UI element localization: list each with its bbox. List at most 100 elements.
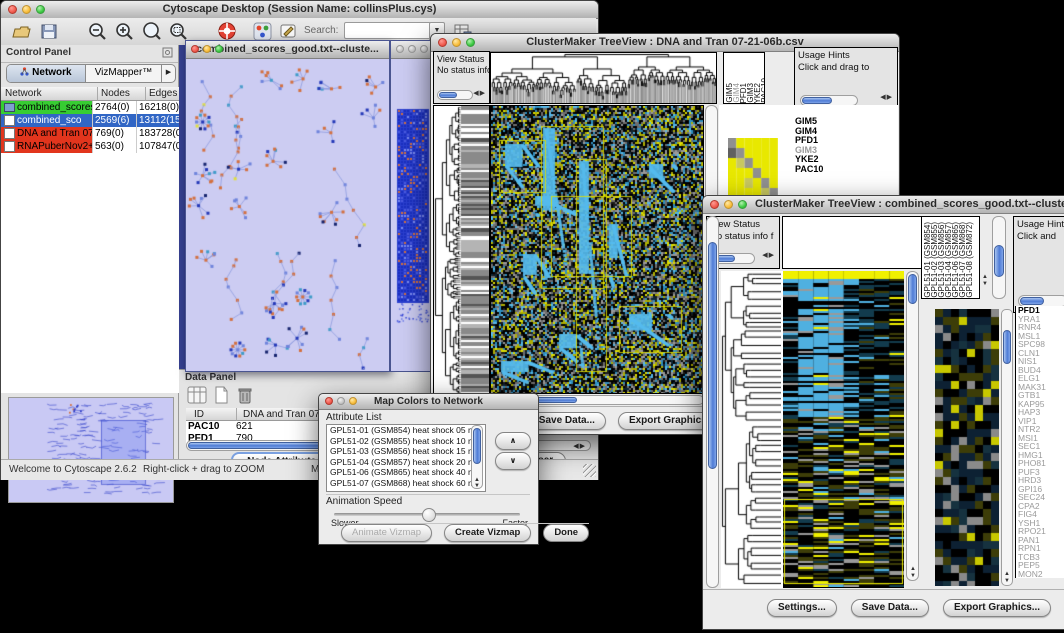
zoom-selected-icon[interactable] [141, 21, 162, 42]
zoom-heatmap-vscrollbar[interactable]: ▲▼ [1001, 309, 1013, 586]
minimize-button[interactable] [408, 45, 416, 53]
column-labels-panel: GPL51-01 (GSM854)GPL51-02 (GSM855)GPL51-… [921, 216, 980, 299]
close-button[interactable] [438, 38, 447, 47]
row-dendrogram-panel[interactable] [721, 271, 784, 588]
network-view-2-titlebar[interactable] [391, 41, 435, 59]
treeview-button[interactable]: Save Data... [851, 599, 929, 617]
zoom-fit-icon[interactable] [168, 21, 189, 42]
zoom-out-icon[interactable] [87, 21, 108, 42]
column-label: GPL51-08 (GSM872) [966, 222, 973, 298]
minimize-button[interactable] [22, 5, 31, 14]
map-colors-titlebar[interactable]: Map Colors to Network [319, 394, 538, 410]
heatmap-panel[interactable] [783, 271, 904, 588]
move-up-button[interactable]: ∧ [495, 432, 531, 450]
treeview-combined-titlebar[interactable]: ClusterMaker TreeView : combined_scores_… [703, 196, 1064, 214]
zoom-button[interactable] [466, 38, 475, 47]
dense-network-canvas[interactable] [391, 59, 433, 370]
row-dendrogram-vscrollbar[interactable] [706, 216, 719, 588]
row-dendrogram-panel[interactable] [433, 105, 490, 394]
minimize-button[interactable] [452, 38, 461, 47]
search-input[interactable] [344, 22, 431, 39]
network-view-titlebar[interactable]: combined_scores_good.txt--cluste... [186, 41, 389, 59]
heatmap-vscrollbar[interactable]: ▲▼ [906, 271, 919, 581]
column-labels-scrollbar[interactable] [992, 216, 1006, 299]
treeview-button[interactable]: Settings... [767, 599, 837, 617]
close-button[interactable] [396, 45, 404, 53]
close-button[interactable] [191, 45, 199, 53]
desktop: { "main_window": { "title": "Cytoscape D… [0, 0, 1064, 633]
close-button[interactable] [8, 5, 17, 14]
attribute-list-item[interactable]: GPL51-07 (GSM868) heat shock 60 min [327, 478, 485, 489]
column-scroll-arrows[interactable]: ▲▼ [982, 274, 988, 288]
zoom-button[interactable] [36, 5, 45, 14]
treeview-combined-window: ClusterMaker TreeView : combined_scores_… [702, 195, 1064, 630]
animation-speed-slider[interactable] [334, 513, 520, 516]
network-table-row[interactable]: combined_scores 2764(0) 16218(0) [1, 101, 179, 114]
view-status-title: View Status [710, 219, 779, 231]
map-colors-title: Map Colors to Network [374, 396, 483, 407]
main-window-title: Cytoscape Desktop (Session Name: collins… [163, 3, 437, 15]
zoom-in-icon[interactable] [114, 21, 135, 42]
column-dendrogram-panel[interactable] [782, 216, 923, 269]
move-down-button[interactable]: ∨ [495, 452, 531, 470]
tab-more-button[interactable]: ▶ [162, 65, 175, 82]
attribute-list-label: Attribute List [326, 412, 382, 423]
attribute-list-item[interactable]: GPL51-01 (GSM854) heat shock 05 min [327, 425, 485, 436]
save-session-icon[interactable] [39, 21, 60, 42]
zoom-button[interactable] [349, 397, 357, 405]
status-welcome: Welcome to Cytoscape 2.6.2 [9, 464, 137, 475]
delete-attribute-icon[interactable] [235, 386, 255, 409]
network-view-title: combined_scores_good.txt--cluste... [196, 43, 379, 55]
control-panel-header: Control Panel [1, 45, 178, 63]
dialog-button[interactable]: Animate Vizmap [341, 524, 432, 542]
birdseye-view[interactable] [8, 397, 174, 503]
treeview-button[interactable]: Export Graphics... [943, 599, 1051, 617]
close-button[interactable] [325, 397, 333, 405]
tab-vizmapper[interactable]: VizMapper™ [86, 65, 162, 82]
usage-hints-text: Click and drag to [798, 62, 897, 74]
network-table: combined_scores 2764(0) 16218(0) combine… [1, 101, 179, 393]
similarity-matrix[interactable] [728, 138, 778, 198]
gene-label[interactable]: PAC10 [795, 165, 855, 175]
minimize-button[interactable] [724, 200, 733, 209]
attribute-list-item[interactable]: GPL51-02 (GSM855) heat shock 10 min [327, 436, 485, 447]
dialog-button[interactable]: Done [543, 524, 589, 542]
new-attribute-icon[interactable] [211, 386, 231, 409]
heatmap-panel[interactable] [490, 105, 704, 394]
main-window-resize-grip[interactable] [583, 464, 596, 477]
slider-thumb[interactable] [422, 508, 436, 522]
minimize-button[interactable] [203, 45, 211, 53]
select-attributes-icon[interactable] [187, 386, 207, 409]
dialog-buttons: Animate Vizmap Create Vizmap Done [341, 523, 589, 542]
zoom-heatmap-panel[interactable] [935, 309, 999, 586]
attribute-list-item[interactable]: GPL51-04 (GSM857) heat shock 20 min [327, 457, 485, 468]
network-table-row[interactable]: combined_sco 2569(6) 13112(15) [1, 114, 179, 127]
network-canvas[interactable] [186, 59, 387, 370]
treeview-dna-title: ClusterMaker TreeView : DNA and Tran 07-… [526, 36, 804, 48]
dialog-button[interactable]: Create Vizmap [444, 524, 531, 542]
network-table-row[interactable]: DNA and Tran 07 769(0) 183728(0) [1, 127, 179, 140]
attribute-list-scrollbar[interactable]: ▲▼ [471, 425, 483, 489]
view-status-panel: View Status No status info f ◀▶ [433, 51, 490, 104]
main-title-bar[interactable]: Cytoscape Desktop (Session Name: collins… [1, 1, 598, 19]
attribute-list: GPL51-01 (GSM854) heat shock 05 minGPL51… [326, 424, 486, 492]
attribute-list-item[interactable]: GPL51-06 (GSM865) heat shock 40 min [327, 467, 485, 478]
open-session-icon[interactable] [11, 21, 32, 42]
view-status-scrollbar[interactable] [437, 90, 473, 100]
float-panel-icon[interactable] [162, 47, 173, 61]
help-lifering-icon[interactable] [217, 21, 238, 42]
gene-label[interactable]: MON2 [1018, 570, 1064, 579]
treeview-combined-title: ClusterMaker TreeView : combined_scores_… [755, 198, 1064, 210]
minimize-button[interactable] [337, 397, 345, 405]
zoom-button[interactable] [420, 45, 428, 53]
treeview-button[interactable]: Save Data... [528, 412, 606, 430]
tab-network[interactable]: Network [7, 65, 86, 82]
attribute-list-item[interactable]: GPL51-03 (GSM856) heat shock 15 min [327, 446, 485, 457]
close-button[interactable] [710, 200, 719, 209]
zoom-button[interactable] [215, 45, 223, 53]
zoom-button[interactable] [738, 200, 747, 209]
column-dendrogram-panel[interactable] [490, 52, 717, 104]
network-table-row[interactable]: RNAPuberNov2+ 563(0) 107847(0) [1, 140, 179, 153]
animation-speed-group: Animation Speed Slower Faster [326, 494, 530, 525]
view-status-title: View Status [437, 54, 489, 65]
